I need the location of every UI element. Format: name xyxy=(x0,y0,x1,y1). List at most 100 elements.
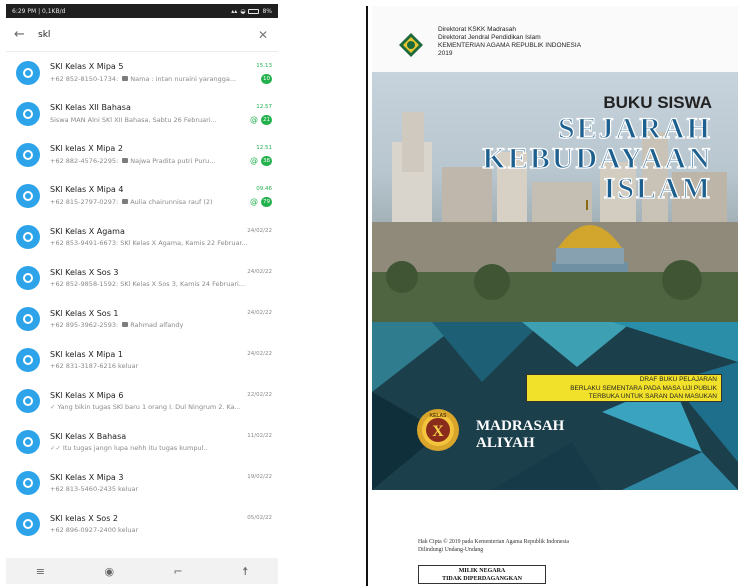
battery-level: 8% xyxy=(262,7,272,15)
search-input[interactable]: skl xyxy=(34,30,256,40)
chat-badges: @38 xyxy=(246,155,272,166)
chat-preview-row: +62 813-5460-2435 keluar xyxy=(50,485,272,493)
chat-preview-row: +62 852-9858-1592: SKl Kelas X Sos 3, Ka… xyxy=(50,280,272,288)
chat-body: SKl Kelas X Bahasa 11/02/22 ✓✓ Itu tugas ja… xyxy=(40,432,272,452)
chat-time: 19/02/22 xyxy=(247,474,272,480)
chat-time: 24/02/22 xyxy=(247,351,272,357)
battery-icon xyxy=(248,8,260,14)
group-avatar[interactable] xyxy=(16,142,40,167)
group-avatar[interactable] xyxy=(16,511,40,536)
stamp-line: TIDAK DIPERDAGANGKAN xyxy=(442,575,522,582)
chat-preview: ✓ Yang bikin tugas SKl baru 1 orang I. Du… xyxy=(50,403,272,411)
group-avatar[interactable] xyxy=(16,388,40,413)
group-avatar[interactable] xyxy=(16,265,40,290)
chat-row[interactable]: SKl Kelas X Mipa 4 09.46 +62 815-2797-0297… xyxy=(6,175,278,216)
chat-preview: Siswa MAN Alni SKl XII Bahasa, Sabtu 26 … xyxy=(50,116,246,124)
unread-count-badge: 79 xyxy=(261,196,272,207)
search-bar: ← skl ✕ xyxy=(6,18,278,52)
school-line: MADRASAH xyxy=(476,418,565,434)
chat-preview: ✓✓ Itu tugas jangn lupa nehh itu tugas ku… xyxy=(50,444,272,452)
chat-name: SKl Kelas X Mipa 5 xyxy=(50,61,124,71)
chat-preview: +62 852-9858-1592: SKl Kelas X Sos 3, Ka… xyxy=(50,280,272,288)
chat-sender: +62 853-9491-6673: xyxy=(50,238,119,247)
chat-row[interactable]: SKl Kelas X Mipa 5 15.13 +62 852-8150-1734… xyxy=(6,52,278,93)
read-receipt-icon: ✓✓ xyxy=(50,443,61,452)
unread-count-badge: 21 xyxy=(261,114,272,125)
chat-row[interactable]: SKl kelas X Sos 2 05/02/22 +62 896-0927-24… xyxy=(6,503,278,544)
draft-line: DRAF BUKU PELAJARAN xyxy=(639,376,717,383)
chat-preview: +62 815-2797-0297: Aulia chairunnisa rau… xyxy=(50,198,246,206)
back-nav-icon[interactable]: ⌐ xyxy=(174,565,183,578)
book-title-line: ISLAM xyxy=(603,171,712,205)
chat-body: SKl Kelas XII Bahasa 12.57 Siswa MAN Alni … xyxy=(40,103,272,125)
chat-header: SKl Kelas X Bahasa 11/02/22 xyxy=(50,432,272,441)
publisher-block: Direktorat KSKK Madrasah Direktorat Jend… xyxy=(438,26,581,58)
chat-preview-row: +62 896-0927-2400 keluar xyxy=(50,526,272,534)
copyright-line: Dilindungi Undang-Undang xyxy=(418,547,484,553)
chat-name: SKl Kelas X Mipa 3 xyxy=(50,472,124,482)
chat-body: SKl Kelas X Agama 24/02/22 +62 853-9491-66… xyxy=(40,227,272,247)
group-avatar-icon xyxy=(23,149,33,160)
chat-preview-row: Siswa MAN Alni SKl XII Bahasa, Sabtu 26 … xyxy=(50,114,272,125)
status-bar: 6:29 PM | 0,1KB/d ▴▴ ◒ 8% xyxy=(6,4,278,18)
publisher-line: KEMENTERIAN AGAMA REPUBLIK INDONESIA xyxy=(438,42,582,49)
chat-time: 05/02/22 xyxy=(247,515,272,521)
chat-name: SKl Kelas X Sos 1 xyxy=(50,308,119,318)
chat-row[interactable]: SKl Kelas X Bahasa 11/02/22 ✓✓ Itu tugas ja… xyxy=(6,421,278,462)
group-avatar[interactable] xyxy=(16,101,40,126)
state-property-stamp: MILIK NEGARA TIDAK DIPERDAGANGKAN xyxy=(418,565,546,584)
chat-sender: +62 831-3187-6216 xyxy=(50,361,116,370)
chat-preview: +62 882-4576-2295: Najwa Pradita putri P… xyxy=(50,157,246,165)
chat-header: SKl kelas X Sos 2 05/02/22 xyxy=(50,514,272,523)
chat-row[interactable]: SKl kelas X Mipa 1 24/02/22 +62 831-3187-6… xyxy=(6,339,278,380)
copyright-line: Hak Cipta © 2019 pada Kementerian Agama … xyxy=(418,539,569,545)
chat-sender: +62 813-5460-2435 xyxy=(50,484,116,493)
accessibility-nav-icon[interactable]: ☨ xyxy=(242,565,248,578)
mention-icon: @ xyxy=(250,197,258,206)
school-line: ALIYAH xyxy=(476,435,535,451)
chat-row[interactable]: SKl Kelas X Mipa 3 19/02/22 +62 813-5460-2… xyxy=(6,462,278,503)
group-avatar-icon xyxy=(23,477,33,488)
chat-preview: +62 853-9491-6673: SKl Kelas X Agama, Ka… xyxy=(50,239,272,247)
chat-message: keluar xyxy=(118,361,139,370)
chat-sender: +62 852-8150-1734: xyxy=(50,74,119,83)
group-avatar[interactable] xyxy=(16,224,40,249)
menu-nav-icon[interactable]: ≡ xyxy=(36,565,45,578)
system-icons: ▴▴ ◒ 8% xyxy=(231,8,272,15)
chat-preview: +62 896-0927-2400 keluar xyxy=(50,526,272,534)
chat-row[interactable]: SKl kelas X Mipa 2 12.51 +62 882-4576-2295… xyxy=(6,134,278,175)
group-avatar[interactable] xyxy=(16,183,40,208)
clear-search-icon[interactable]: ✕ xyxy=(256,28,270,42)
group-avatar[interactable] xyxy=(16,347,40,372)
group-avatar[interactable] xyxy=(16,429,40,454)
group-avatar[interactable] xyxy=(16,470,40,495)
chat-header: SKl Kelas X Mipa 5 15.13 xyxy=(50,62,272,71)
chat-name: SKl Kelas X Bahasa xyxy=(50,431,127,441)
mention-icon: @ xyxy=(250,115,258,124)
group-avatar[interactable] xyxy=(16,306,40,331)
draft-line: BERLAKU SEMENTARA PADA MASA UJI PUBLIK xyxy=(570,384,717,392)
chat-row[interactable]: SKl Kelas X Agama 24/02/22 +62 853-9491-66… xyxy=(6,216,278,257)
chat-header: SKl Kelas X Mipa 6 22/02/22 xyxy=(50,391,272,400)
chat-body: SKl Kelas X Mipa 5 15.13 +62 852-8150-1734… xyxy=(40,62,272,84)
book-cover-image: Direktorat KSKK Madrasah Direktorat Jend… xyxy=(372,6,738,586)
chat-sender: +62 895-3962-2593: xyxy=(50,320,119,329)
chat-body: SKl kelas X Sos 2 05/02/22 +62 896-0927-24… xyxy=(40,514,272,534)
chat-preview-row: +62 831-3187-6216 keluar xyxy=(50,362,272,370)
group-avatar-icon xyxy=(23,313,33,324)
chat-name: SKl Kelas XII Bahasa xyxy=(50,102,131,112)
back-arrow-icon[interactable]: ← xyxy=(14,27,34,42)
chat-row[interactable]: SKl Kelas X Sos 3 24/02/22 +62 852-9858-15… xyxy=(6,257,278,298)
group-avatar[interactable] xyxy=(16,60,40,85)
chat-row[interactable]: SKl Kelas X Mipa 6 22/02/22 ✓ Yang bikin tu… xyxy=(6,380,278,421)
chat-body: SKl Kelas X Sos 3 24/02/22 +62 852-9858-15… xyxy=(40,268,272,288)
photo-icon xyxy=(122,76,129,81)
publisher-line: 2019 xyxy=(438,50,453,57)
chat-row[interactable]: SKl Kelas X Sos 1 24/02/22 +62 895-3962-25… xyxy=(6,298,278,339)
chat-row[interactable]: SKl Kelas XII Bahasa 12.57 Siswa MAN Alni … xyxy=(6,93,278,134)
chat-body: SKl Kelas X Mipa 3 19/02/22 +62 813-5460-2… xyxy=(40,473,272,493)
chat-sender: +62 896-0927-2400 xyxy=(50,525,116,534)
photo-icon xyxy=(122,322,129,327)
home-nav-icon[interactable]: ◉ xyxy=(104,565,114,578)
chat-time: 12.57 xyxy=(256,104,272,110)
